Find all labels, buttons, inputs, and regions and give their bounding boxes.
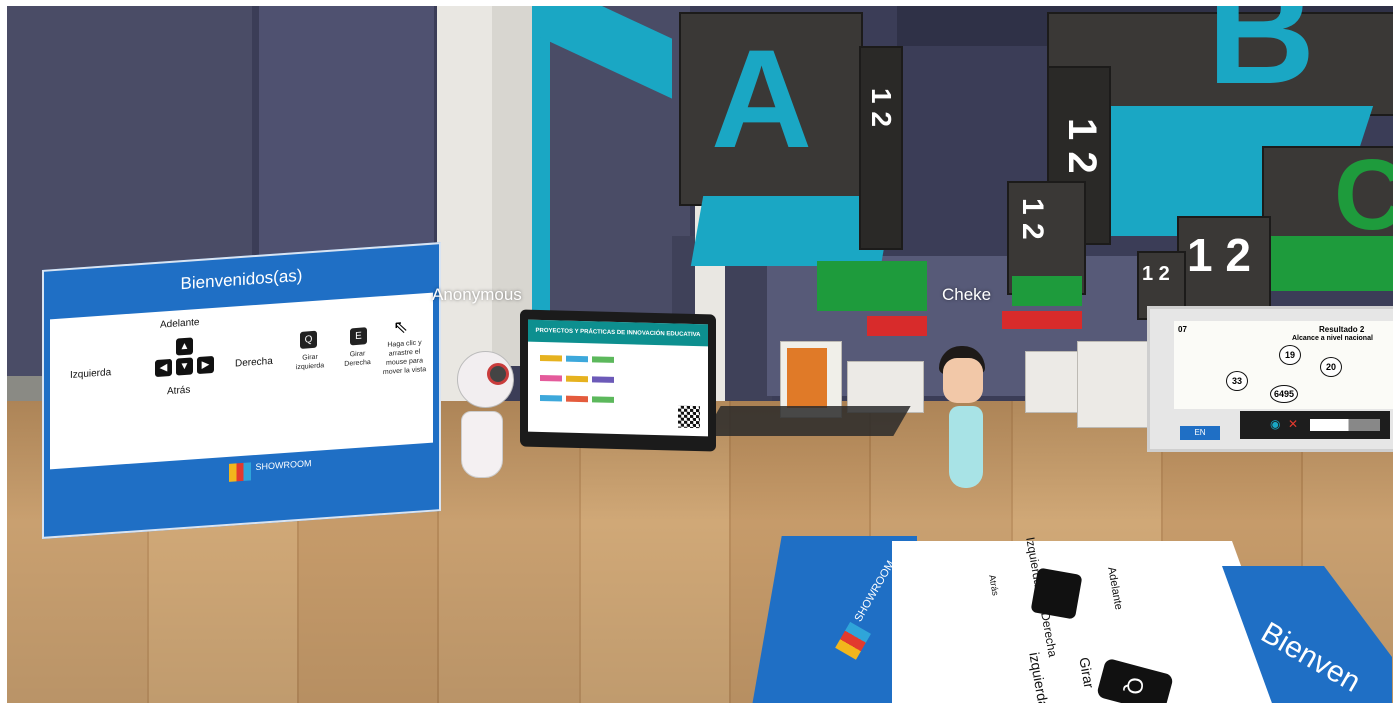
- robot-eye: [487, 363, 509, 385]
- cube-row-mid-label: 1 2: [1016, 198, 1049, 240]
- cube-c-green: [1262, 236, 1393, 291]
- board-chip: [566, 375, 588, 383]
- mouse-cursor-icon: ⇖: [393, 316, 409, 338]
- floor-key-q: Q: [1122, 676, 1149, 696]
- arrow-keys: ▲ ◀ ▼ ▶: [140, 335, 230, 391]
- arrow-down-icon: ▼: [176, 357, 193, 376]
- progress-bar[interactable]: [1310, 419, 1380, 431]
- board-chip: [540, 394, 562, 402]
- cube-a-side: 1 2: [859, 46, 903, 250]
- floor-welcome-panel: Bienven Adelante Derecha Izquierda Atrás…: [752, 526, 1392, 703]
- cube-under-red: [867, 316, 927, 336]
- cube-a-side-label: 1 2: [866, 88, 897, 127]
- arrow-up-icon: ▲: [176, 337, 193, 356]
- cube-letter-a: A: [711, 20, 813, 177]
- showroom-logo: SHOWROOM: [229, 458, 311, 487]
- mute-icon[interactable]: ✕: [1288, 417, 1298, 431]
- booth-screen[interactable]: 07 Resultado 2 Alcance a nivel nacional …: [1147, 306, 1393, 452]
- board-chip: [592, 396, 614, 403]
- forward-label: Adelante: [160, 316, 200, 331]
- stat-bubble: 33: [1226, 371, 1248, 391]
- mouse-hint: Haga clic y arrastre el mouse para mover…: [382, 339, 427, 377]
- cube-under-green: [817, 261, 927, 311]
- cube-far-label: 1 2: [1142, 263, 1170, 285]
- cube-row-mid-red: [1002, 311, 1082, 329]
- vr-showroom-scene[interactable]: A 1 2 B 1 2 C 1 2 1 2 1 2 Bienvenidos(as…: [7, 6, 1393, 703]
- controls-help-card: Adelante ▲ ◀ ▼ ▶ Izquierda Derecha Atrás…: [50, 292, 433, 470]
- stat-bubble: 19: [1279, 345, 1301, 365]
- cube-logo-icon: [229, 462, 251, 482]
- back-label: Atrás: [167, 384, 191, 398]
- arrow-left-icon: ◀: [155, 358, 172, 378]
- board-chip: [592, 356, 614, 363]
- avatar-name-cheke: Cheke: [942, 285, 992, 304]
- board-chip: [540, 374, 562, 382]
- welcome-panel: Bienvenidos(as) Adelante ▲ ◀ ▼ ▶ Izquier…: [42, 242, 441, 539]
- slide-content: 07 Resultado 2 Alcance a nivel nacional …: [1174, 321, 1393, 409]
- pillar-left: [437, 6, 492, 406]
- board-header: PROYECTOS Y PRÁCTICAS DE INNOVACIÓN EDUC…: [528, 319, 708, 347]
- booth-table: [703, 406, 911, 436]
- floor-arrow-keys-icon: [1030, 567, 1083, 620]
- human-avatar[interactable]: [935, 346, 995, 491]
- slide-title: Resultado 2: [1319, 325, 1365, 334]
- presentation-board[interactable]: PROYECTOS Y PRÁCTICAS DE INNOVACIÓN EDUC…: [520, 309, 716, 452]
- q-label: Girar izquierda: [295, 353, 325, 372]
- slide-subtitle: Alcance a nivel nacional: [1292, 335, 1373, 342]
- cube-letter-b: B: [1207, 6, 1316, 115]
- board-chip: [566, 395, 588, 403]
- board-screen: PROYECTOS Y PRÁCTICAS DE INNOVACIÓN EDUC…: [528, 319, 708, 437]
- cube-b-side-label: 1 2: [1060, 118, 1104, 174]
- key-e-icon: E: [350, 327, 367, 346]
- avatar-face: [943, 358, 983, 403]
- showroom-logo-text: SHOWROOM: [255, 458, 312, 473]
- e-label: Girar Derecha: [344, 350, 371, 368]
- booth-right-2[interactable]: [1077, 341, 1149, 428]
- robot-body: [461, 411, 503, 478]
- avatar-shirt: [949, 406, 983, 488]
- cube-row-label: 1 2: [1187, 229, 1251, 281]
- lang-button[interactable]: EN: [1180, 426, 1220, 440]
- right-label: Derecha: [235, 355, 273, 370]
- board-chip: [540, 354, 562, 362]
- avatar-name-anonymous: Anonymous: [432, 285, 522, 304]
- qr-code-icon: [678, 405, 700, 429]
- stat-bubble: 6495: [1270, 385, 1298, 403]
- key-q-icon: Q: [300, 330, 317, 349]
- media-controls: ◉ ✕: [1240, 411, 1390, 439]
- booth-poster-image: [787, 348, 827, 408]
- cube-row-mid-green: [1012, 276, 1082, 306]
- arrow-right-icon: ▶: [197, 355, 214, 375]
- robot-avatar[interactable]: [457, 351, 514, 481]
- cube-a: A: [679, 12, 863, 206]
- eye-icon[interactable]: ◉: [1270, 417, 1280, 431]
- stat-bubble: 20: [1320, 357, 1342, 377]
- left-label: Izquierda: [70, 367, 112, 381]
- board-chip: [592, 376, 614, 383]
- board-chip: [566, 355, 588, 363]
- cube-row-right: 1 2: [1177, 216, 1271, 310]
- slide-number: 07: [1178, 325, 1187, 334]
